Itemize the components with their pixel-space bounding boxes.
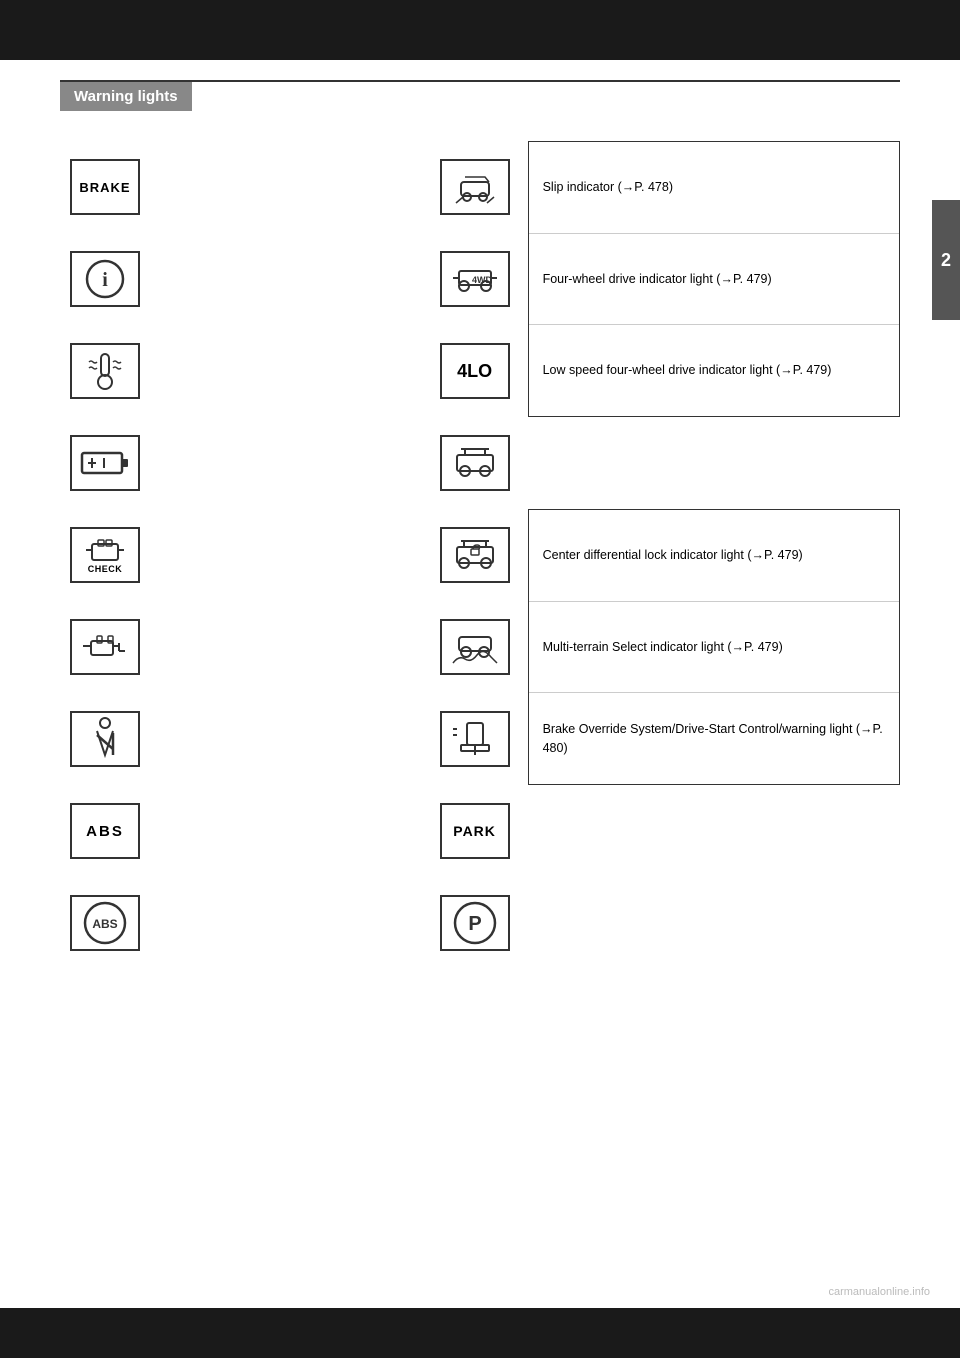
svg-text:i: i bbox=[102, 269, 108, 291]
bottom-callout-box: Center differential lock indicator light… bbox=[528, 509, 900, 785]
circle-i-icon: i bbox=[70, 251, 140, 307]
section-title: Warning lights bbox=[74, 88, 178, 105]
bottom-icons-col bbox=[430, 509, 520, 785]
4wd-icon: 4WD bbox=[440, 251, 510, 307]
circle-i-row: i bbox=[60, 233, 430, 325]
diff-lock-row bbox=[430, 509, 520, 601]
multi-terrain-callout: Multi-terrain Select indi­cator light (→… bbox=[529, 602, 899, 694]
bottom-bar bbox=[0, 1308, 960, 1358]
slip-svg bbox=[451, 167, 499, 207]
park-circle-svg: P bbox=[450, 898, 500, 948]
engine-malfunction-svg bbox=[81, 629, 129, 665]
top-callout-group: 4WD 4LO Sl bbox=[430, 141, 900, 417]
section-header: Warning lights bbox=[60, 82, 192, 111]
seatbelt-svg bbox=[85, 715, 125, 763]
multi-terrain-svg bbox=[451, 627, 499, 667]
4lo-callout-text: Low speed four-wheel drive indicator lig… bbox=[543, 361, 832, 380]
brake-override-callout-text: Brake Override System/Drive-Start Contro… bbox=[543, 720, 885, 758]
park-text-row: PARK bbox=[430, 785, 900, 877]
park-text-icon: PARK bbox=[440, 803, 510, 859]
slip-icon bbox=[440, 159, 510, 215]
brake-override-svg bbox=[451, 719, 499, 759]
diff-lock-callout-text: Center differential lock indicator light… bbox=[543, 546, 803, 565]
chapter-tab: 2 bbox=[932, 200, 960, 320]
top-bar bbox=[0, 0, 960, 60]
content-area: Warning lights BRAKE i bbox=[0, 60, 960, 1009]
check-label: CHECK bbox=[88, 564, 123, 574]
multi-terrain-row bbox=[430, 601, 520, 693]
top-callout-box: Slip indicator (→P. 478) Four-wheel driv… bbox=[528, 141, 900, 417]
battery-svg bbox=[80, 448, 130, 478]
4lo-label: 4LO bbox=[457, 361, 492, 382]
abs-circle-row: ABS bbox=[60, 877, 430, 969]
diff-lock-icon bbox=[440, 527, 510, 583]
brake-override-row bbox=[430, 693, 520, 785]
park-circle-row: P bbox=[430, 877, 900, 969]
svg-text:4WD: 4WD bbox=[472, 275, 493, 285]
park-label: PARK bbox=[453, 823, 496, 839]
seatbelt-row bbox=[60, 693, 430, 785]
4lo-callout: Low speed four-wheel drive indicator lig… bbox=[529, 325, 899, 416]
check-engine-row: CHECK bbox=[60, 509, 430, 601]
coolant-icon bbox=[70, 343, 140, 399]
svg-text:P: P bbox=[468, 913, 481, 935]
check-engine-svg bbox=[84, 536, 126, 564]
multi-terrain-callout-text: Multi-terrain Select indi­cator light (→… bbox=[543, 638, 783, 657]
multi-terrain-icon bbox=[440, 619, 510, 675]
park-circle-icon: P bbox=[440, 895, 510, 951]
brake-row: BRAKE bbox=[60, 141, 430, 233]
seatbelt-icon bbox=[70, 711, 140, 767]
terrain1-icon bbox=[440, 435, 510, 491]
brake-label: BRAKE bbox=[79, 180, 130, 195]
abs-circle-icon: ABS bbox=[70, 895, 140, 951]
check-icon: CHECK bbox=[70, 527, 140, 583]
right-column: 4WD 4LO Sl bbox=[430, 141, 900, 969]
4wd-row: 4WD bbox=[430, 233, 520, 325]
watermark: carmanualonline.info bbox=[828, 1286, 930, 1298]
4wd-svg: 4WD bbox=[451, 259, 499, 299]
4wd-callout-text: Four-wheel drive indica­tor light (→P. 4… bbox=[543, 270, 772, 289]
abs-text-label: ABS bbox=[86, 823, 124, 840]
page: 2 Warning lights BRAKE bbox=[0, 0, 960, 1358]
top-icons-col: 4WD 4LO bbox=[430, 141, 520, 417]
abs-text-row: ABS bbox=[60, 785, 430, 877]
left-column: BRAKE i bbox=[60, 141, 430, 969]
info-circle-svg: i bbox=[84, 258, 126, 300]
engine-icon bbox=[70, 619, 140, 675]
4wd-callout: Four-wheel drive indica­tor light (→P. 4… bbox=[529, 234, 899, 326]
4lo-row: 4LO bbox=[430, 325, 520, 417]
engine-row bbox=[60, 601, 430, 693]
brake-icon: BRAKE bbox=[70, 159, 140, 215]
diff-lock-svg bbox=[451, 535, 499, 575]
battery-icon bbox=[70, 435, 140, 491]
coolant-svg bbox=[81, 350, 129, 392]
abs-circle-svg: ABS bbox=[80, 898, 130, 948]
chapter-number: 2 bbox=[941, 250, 951, 271]
diff-lock-callout: Center differential lock indicator light… bbox=[529, 510, 899, 602]
battery-row bbox=[60, 417, 430, 509]
brake-override-callout: Brake Override System/Drive-Start Contro… bbox=[529, 693, 899, 784]
slip-row bbox=[430, 141, 520, 233]
coolant-row bbox=[60, 325, 430, 417]
main-layout: BRAKE i bbox=[60, 141, 900, 969]
brake-override-icon bbox=[440, 711, 510, 767]
watermark-label: carmanualonline.info bbox=[828, 1286, 930, 1298]
terrain1-svg bbox=[451, 443, 499, 483]
slip-callout: Slip indicator (→P. 478) bbox=[529, 142, 899, 234]
bottom-callout-group: Center differential lock indicator light… bbox=[430, 509, 900, 785]
4lo-icon: 4LO bbox=[440, 343, 510, 399]
slip-callout-text: Slip indicator (→P. 478) bbox=[543, 178, 673, 197]
abs-text-icon: ABS bbox=[70, 803, 140, 859]
terrain1-row bbox=[430, 417, 900, 509]
svg-text:ABS: ABS bbox=[92, 917, 117, 931]
